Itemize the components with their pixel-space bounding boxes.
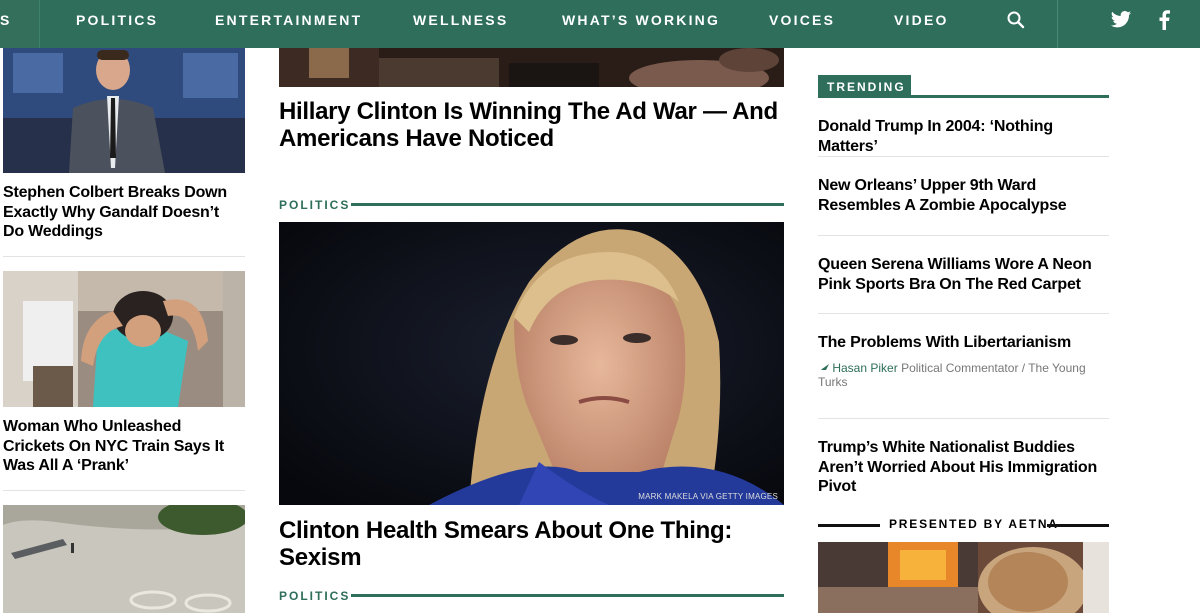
- nav-item-partial[interactable]: S: [0, 0, 40, 48]
- presented-by-label: PRESENTED BY AETNA: [889, 517, 1059, 531]
- nav-item-voices[interactable]: VOICES: [769, 0, 835, 40]
- story-title-colbert[interactable]: Stephen Colbert Breaks Down Exactly Why …: [3, 183, 243, 242]
- nav-item-politics[interactable]: POLITICS: [76, 0, 158, 40]
- colbert-image: [3, 48, 245, 173]
- section-rule: [351, 594, 784, 597]
- sponsored-photo: [818, 542, 1109, 613]
- left-divider: [3, 256, 245, 257]
- trending-rule: [818, 95, 1109, 98]
- ad-war-image[interactable]: [279, 48, 784, 87]
- story-title-clinton-health[interactable]: Clinton Health Smears About One Thing: S…: [279, 517, 784, 571]
- clinton-image: [279, 222, 784, 505]
- trending-divider: [818, 418, 1109, 419]
- search-icon[interactable]: [1006, 10, 1026, 30]
- section-label-politics[interactable]: POLITICS: [279, 589, 350, 603]
- colbert-thumbnail[interactable]: [3, 48, 245, 173]
- nav-item-partial-label: S: [0, 12, 12, 28]
- section-rule: [351, 203, 784, 206]
- facebook-icon[interactable]: [1157, 10, 1171, 30]
- beach-thumbnail[interactable]: [3, 505, 245, 613]
- trending-divider: [818, 313, 1109, 314]
- story-title-ad-war[interactable]: Hillary Clinton Is Winning The Ad War — …: [279, 98, 784, 152]
- trending-divider: [818, 156, 1109, 157]
- trending-divider: [818, 235, 1109, 236]
- photo-credit: MARK MAKELA VIA GETTY IMAGES: [638, 492, 778, 501]
- beach-sos-image: [3, 505, 245, 613]
- nav-item-video[interactable]: VIDEO: [894, 0, 949, 40]
- clinton-photo[interactable]: MARK MAKELA VIA GETTY IMAGES: [279, 222, 784, 505]
- crickets-image: [3, 271, 245, 407]
- trending-item-trump-2004[interactable]: Donald Trump In 2004: ‘Nothing Matters’: [818, 117, 1110, 156]
- section-label-politics[interactable]: POLITICS: [279, 198, 350, 212]
- author-name[interactable]: Hasan Piker: [832, 361, 897, 375]
- presented-bar-right: [1047, 524, 1109, 527]
- nav-divider: [1057, 0, 1058, 48]
- sponsored-image[interactable]: [818, 542, 1109, 613]
- nav-item-entertainment[interactable]: ENTERTAINMENT: [215, 0, 362, 40]
- nav-item-wellness[interactable]: WELLNESS: [413, 0, 508, 40]
- twitter-icon[interactable]: [1110, 10, 1132, 30]
- left-divider: [3, 490, 245, 491]
- trending-item-new-orleans[interactable]: New Orleans’ Upper 9th Ward Resembles A …: [818, 176, 1110, 215]
- trending-item-serena[interactable]: Queen Serena Williams Wore A Neon Pink S…: [818, 255, 1110, 294]
- crickets-thumbnail[interactable]: [3, 271, 245, 407]
- trending-item-libertarianism[interactable]: The Problems With Libertarianism: [818, 333, 1110, 353]
- crowd-photo: [279, 48, 784, 87]
- story-title-crickets[interactable]: Woman Who Unleashed Crickets On NYC Trai…: [3, 417, 243, 476]
- trending-label: TRENDING: [818, 75, 911, 97]
- presented-by-header: PRESENTED BY AETNA: [818, 517, 1109, 533]
- presented-bar-left: [818, 524, 880, 527]
- top-nav: S POLITICS ENTERTAINMENT WELLNESS WHAT’S…: [0, 0, 1200, 48]
- author-feather-icon: [818, 364, 829, 373]
- nav-item-whats-working[interactable]: WHAT’S WORKING: [562, 0, 720, 40]
- author-byline: Hasan Piker Political Commentator / The …: [818, 361, 1098, 389]
- trending-item-white-nationalist[interactable]: Trump’s White Nationalist Buddies Aren’t…: [818, 438, 1110, 497]
